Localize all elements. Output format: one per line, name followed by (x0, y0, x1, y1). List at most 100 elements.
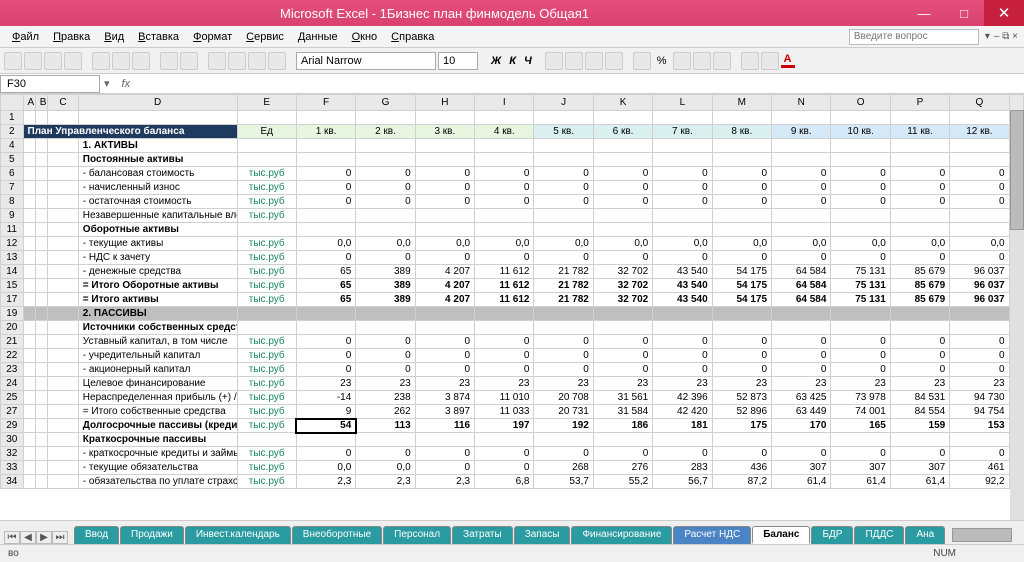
data-cell[interactable]: 0 (415, 335, 474, 349)
data-cell[interactable]: 23 (356, 377, 415, 391)
menu-Справка[interactable]: Справка (385, 29, 440, 45)
data-cell[interactable]: 96 037 (950, 279, 1009, 293)
row-header[interactable]: 8 (1, 195, 24, 209)
tab-prev-icon[interactable]: ◀ (20, 531, 36, 544)
row-header[interactable]: 30 (1, 433, 24, 447)
data-cell[interactable]: 3 874 (415, 391, 474, 405)
data-cell[interactable]: 0 (772, 167, 831, 181)
data-cell[interactable]: 6,8 (475, 475, 534, 489)
col-header[interactable]: A (23, 95, 35, 111)
data-cell[interactable]: 23 (415, 377, 474, 391)
data-cell[interactable] (831, 433, 890, 447)
data-cell[interactable] (296, 139, 355, 153)
data-cell[interactable]: 20 708 (534, 391, 593, 405)
col-header[interactable] (1, 95, 24, 111)
data-cell[interactable] (475, 223, 534, 237)
data-cell[interactable]: 0 (712, 181, 771, 195)
data-cell[interactable] (415, 223, 474, 237)
data-cell[interactable]: 96 037 (950, 293, 1009, 307)
data-cell[interactable]: 0 (772, 181, 831, 195)
data-cell[interactable]: 186 (593, 419, 652, 433)
data-cell[interactable]: 0 (831, 335, 890, 349)
data-cell[interactable]: 56,7 (653, 475, 712, 489)
data-cell[interactable]: 0 (831, 167, 890, 181)
sheet-tab-Инвест.календарь[interactable]: Инвест.календарь (185, 526, 291, 544)
decrease-decimal-icon[interactable] (693, 52, 711, 70)
data-cell[interactable]: 0 (296, 167, 355, 181)
data-cell[interactable] (950, 139, 1009, 153)
data-cell[interactable]: 116 (415, 419, 474, 433)
data-cell[interactable]: 175 (712, 419, 771, 433)
data-cell[interactable] (534, 139, 593, 153)
data-cell[interactable]: 0 (950, 447, 1009, 461)
data-cell[interactable]: 0 (950, 167, 1009, 181)
bold-button[interactable]: Ж (488, 55, 504, 67)
data-cell[interactable] (653, 223, 712, 237)
data-cell[interactable]: 0 (712, 195, 771, 209)
data-cell[interactable]: 0 (475, 349, 534, 363)
data-cell[interactable] (356, 433, 415, 447)
data-cell[interactable]: 0 (534, 335, 593, 349)
data-cell[interactable]: 0 (890, 349, 949, 363)
data-cell[interactable]: 0 (475, 181, 534, 195)
col-header[interactable]: M (712, 95, 771, 111)
sheet-tab-ПДДС[interactable]: ПДДС (854, 526, 904, 544)
align-right-icon[interactable] (585, 52, 603, 70)
data-cell[interactable]: 0 (890, 195, 949, 209)
data-cell[interactable]: 268 (534, 461, 593, 475)
data-cell[interactable]: 75 131 (831, 265, 890, 279)
doc-restore-icon[interactable]: – ⧉ × (994, 31, 1018, 42)
data-cell[interactable]: 0 (415, 195, 474, 209)
data-cell[interactable] (653, 139, 712, 153)
data-cell[interactable] (950, 307, 1009, 321)
data-cell[interactable] (831, 209, 890, 223)
data-cell[interactable]: 32 702 (593, 279, 652, 293)
data-cell[interactable] (890, 307, 949, 321)
data-cell[interactable]: 0 (772, 335, 831, 349)
data-cell[interactable] (950, 223, 1009, 237)
data-cell[interactable]: 0 (356, 195, 415, 209)
data-cell[interactable]: 23 (653, 377, 712, 391)
data-cell[interactable]: 84 531 (890, 391, 949, 405)
row-header[interactable]: 1 (1, 111, 24, 125)
data-cell[interactable]: 11 612 (475, 265, 534, 279)
data-cell[interactable]: 0 (475, 195, 534, 209)
data-cell[interactable] (950, 209, 1009, 223)
data-cell[interactable]: 159 (890, 419, 949, 433)
data-cell[interactable]: 0,0 (593, 237, 652, 251)
row-header[interactable]: 33 (1, 461, 24, 475)
menu-Файл[interactable]: Файл (6, 29, 45, 45)
data-cell[interactable] (475, 209, 534, 223)
data-cell[interactable]: 0 (653, 181, 712, 195)
col-header[interactable]: K (593, 95, 652, 111)
data-cell[interactable] (831, 307, 890, 321)
col-header[interactable]: F (296, 95, 355, 111)
col-header[interactable]: L (653, 95, 712, 111)
data-cell[interactable]: 94 754 (950, 405, 1009, 419)
data-cell[interactable] (712, 153, 771, 167)
data-cell[interactable]: 0 (475, 461, 534, 475)
data-cell[interactable] (772, 139, 831, 153)
menu-Окно[interactable]: Окно (346, 29, 384, 45)
data-cell[interactable]: 2,3 (356, 475, 415, 489)
data-cell[interactable]: 0,0 (415, 237, 474, 251)
row-header[interactable]: 20 (1, 321, 24, 335)
row-header[interactable]: 29 (1, 419, 24, 433)
data-cell[interactable]: 0,0 (712, 237, 771, 251)
data-cell[interactable]: 11 010 (475, 391, 534, 405)
sheet-tab-Затраты[interactable]: Затраты (452, 526, 513, 544)
sort-desc-icon[interactable] (228, 52, 246, 70)
row-header[interactable]: 25 (1, 391, 24, 405)
data-cell[interactable]: 54 175 (712, 293, 771, 307)
namebox-dropdown-icon[interactable]: ▾ (100, 77, 114, 90)
data-cell[interactable] (534, 321, 593, 335)
row-header[interactable]: 32 (1, 447, 24, 461)
horizontal-scrollbar[interactable] (952, 528, 1010, 542)
data-cell[interactable]: 0 (772, 363, 831, 377)
data-cell[interactable] (296, 307, 355, 321)
data-cell[interactable]: 0 (831, 447, 890, 461)
data-cell[interactable] (653, 433, 712, 447)
data-cell[interactable]: 0 (712, 447, 771, 461)
data-cell[interactable]: 0 (653, 335, 712, 349)
data-cell[interactable] (653, 307, 712, 321)
